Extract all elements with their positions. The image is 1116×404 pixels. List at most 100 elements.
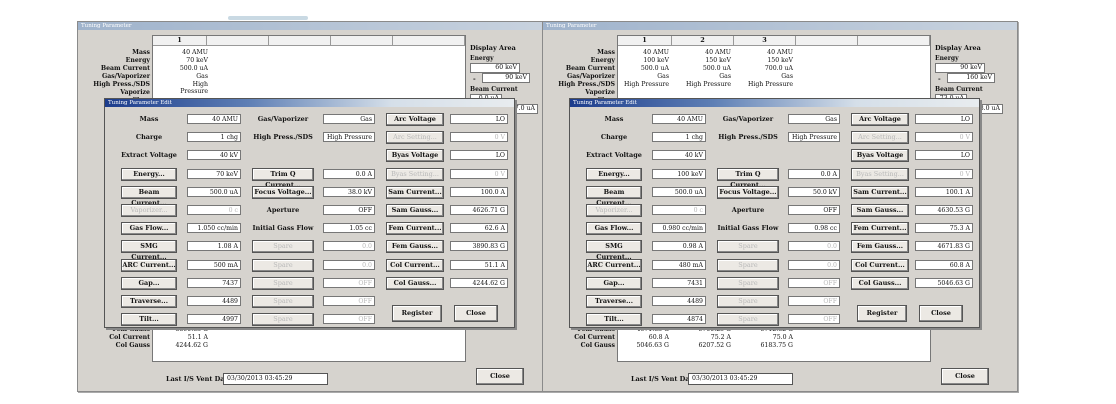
range-dash: - [473,75,476,83]
dialog-button[interactable]: Trim Q Current... [252,167,314,189]
dialog-button[interactable]: Fem Current... [386,222,444,236]
register-button[interactable]: Register [857,305,907,323]
window-title-bar: Tuning Parameter [78,22,552,30]
dialog-button[interactable]: Gap... [586,276,642,290]
dialog-button[interactable]: SMG Current... [121,240,177,261]
dialog-button[interactable]: Arc Voltage [851,113,909,126]
table-cell: High Pressure [623,81,669,88]
range-dash: - [938,75,941,83]
dialog-button[interactable]: Sam Current... [851,185,909,199]
dialog-button[interactable]: Spare [717,258,779,272]
dialog-button[interactable]: Spare [252,295,314,308]
dialog-button[interactable]: Arc Voltage [386,113,444,126]
table-column-header [207,36,269,46]
dialog-button[interactable]: Spare [717,295,779,308]
energy-max-field[interactable]: 160 keV [947,73,995,83]
dialog-button[interactable]: Spare [717,276,779,290]
dialog-button[interactable]: Sam Gauss... [386,204,444,217]
dialog-button[interactable]: Spare [717,240,779,254]
dialog-close-button[interactable]: Close [919,305,963,323]
dialog-button[interactable]: Spare [252,258,314,272]
dialog-button[interactable]: Focus Voltage... [252,185,314,199]
energy-min-field[interactable]: 60 keV [470,63,520,73]
dialog-button[interactable]: Traverse... [121,295,177,308]
dialog-button[interactable]: Col Current... [386,258,444,272]
dialog-button[interactable]: Energy... [586,167,642,181]
table-column-header [269,36,331,46]
dialog-button[interactable]: Tilt... [586,313,642,327]
dialog-button[interactable]: Energy... [121,167,177,181]
dialog-button[interactable]: Spare [252,240,314,254]
register-button[interactable]: Register [392,305,442,323]
dialog-button[interactable]: Arc Setting... [386,131,444,145]
window-title-bar: Tuning Parameter [543,22,1017,30]
table-column-header: 1 [618,36,672,46]
dialog-button[interactable]: Byas Voltage [386,149,444,163]
dialog-field-label: Aperture [266,206,300,214]
dialog-close-button[interactable]: Close [454,305,498,323]
dialog-button[interactable]: Vaporizer... [586,204,642,217]
table-row-label: Col Gauss [580,342,615,349]
dialog-field-label: Extract Voltage [586,151,642,160]
dialog-title-bar: Tuning Parameter Edit [570,99,979,107]
dialog-field-value: 1.05 cc [323,223,375,234]
table-column-header [331,36,393,46]
table-cell: Gas [196,73,208,80]
dialog-field-value: 62.6 A [450,223,508,234]
energy-max-field[interactable]: 90 keV [482,73,530,83]
table-row-label: Col Current [574,334,615,341]
table-row-label: Vaporize [120,89,150,96]
vent-datetime-field: 03/30/2013 03:45:29 [688,373,793,385]
dialog-button[interactable]: Gas Flow... [586,222,642,236]
table-cell: 700.0 uA [764,65,793,72]
dialog-field-value: 4997 [187,314,241,325]
dialog-button[interactable]: Sam Current... [386,185,444,199]
dialog-button[interactable]: Byas Voltage [851,149,909,163]
dialog-button[interactable]: Trim Q Current... [717,167,779,189]
table-cell: 75.2 A [710,334,731,341]
dialog-button[interactable]: Sam Gauss... [851,204,909,217]
dialog-button[interactable]: Beam Current... [586,185,642,207]
table-column-header [796,36,858,46]
dialog-button[interactable]: Fem Gauss... [386,240,444,254]
dialog-button[interactable]: Byas Setting... [851,167,909,181]
dialog-button[interactable]: Spare [717,313,779,327]
dialog-field-value: 0 V [915,168,973,179]
table-row-label: High Press./SDS [558,81,615,88]
table-column-header: 2 [672,36,734,46]
dialog-field-label: Charge [600,133,628,142]
table-row-label: Beam Current [565,65,615,72]
dialog-button[interactable]: Col Current... [851,258,909,272]
table-cell: 5046.63 G [636,342,670,349]
table-cell: 40 AMU [705,49,731,56]
table-cell: 500.0 uA [702,65,731,72]
dialog-field-label: Gas/Vaporizer [257,115,309,123]
dialog-button[interactable]: Vaporizer... [121,204,177,217]
dialog-field-value: OFF [323,314,375,325]
dialog-button[interactable]: Gas Flow... [121,222,177,236]
dialog-button[interactable]: Tilt... [121,313,177,327]
dialog-button[interactable]: ARC Current... [586,258,642,272]
dialog-button[interactable]: Beam Current... [121,185,177,207]
dialog-button[interactable]: Spare [252,276,314,290]
dialog-button[interactable]: Spare [252,313,314,327]
table-cell: 500.0 uA [640,65,669,72]
dialog-field-value: 5046.63 G [915,277,973,288]
table-row-label: Mass [132,49,150,56]
close-button[interactable]: Close [476,368,524,385]
energy-min-field[interactable]: 90 keV [935,63,985,73]
dialog-button[interactable]: Byas Setting... [386,167,444,181]
dialog-button[interactable]: Focus Voltage... [717,185,779,199]
dialog-button[interactable]: Traverse... [586,295,642,308]
dialog-button[interactable]: Col Gauss... [851,276,909,290]
dialog-field-value: 4626.71 G [450,205,508,215]
dialog-button[interactable]: ARC Current... [121,258,177,272]
close-button[interactable]: Close [941,368,989,385]
dialog-field-value: 100.1 A [915,186,973,197]
dialog-button[interactable]: Arc Setting... [851,131,909,145]
dialog-button[interactable]: Col Gauss... [386,276,444,290]
dialog-button[interactable]: SMG Current... [586,240,642,261]
dialog-button[interactable]: Fem Gauss... [851,240,909,254]
dialog-button[interactable]: Fem Current... [851,222,909,236]
dialog-button[interactable]: Gap... [121,276,177,290]
